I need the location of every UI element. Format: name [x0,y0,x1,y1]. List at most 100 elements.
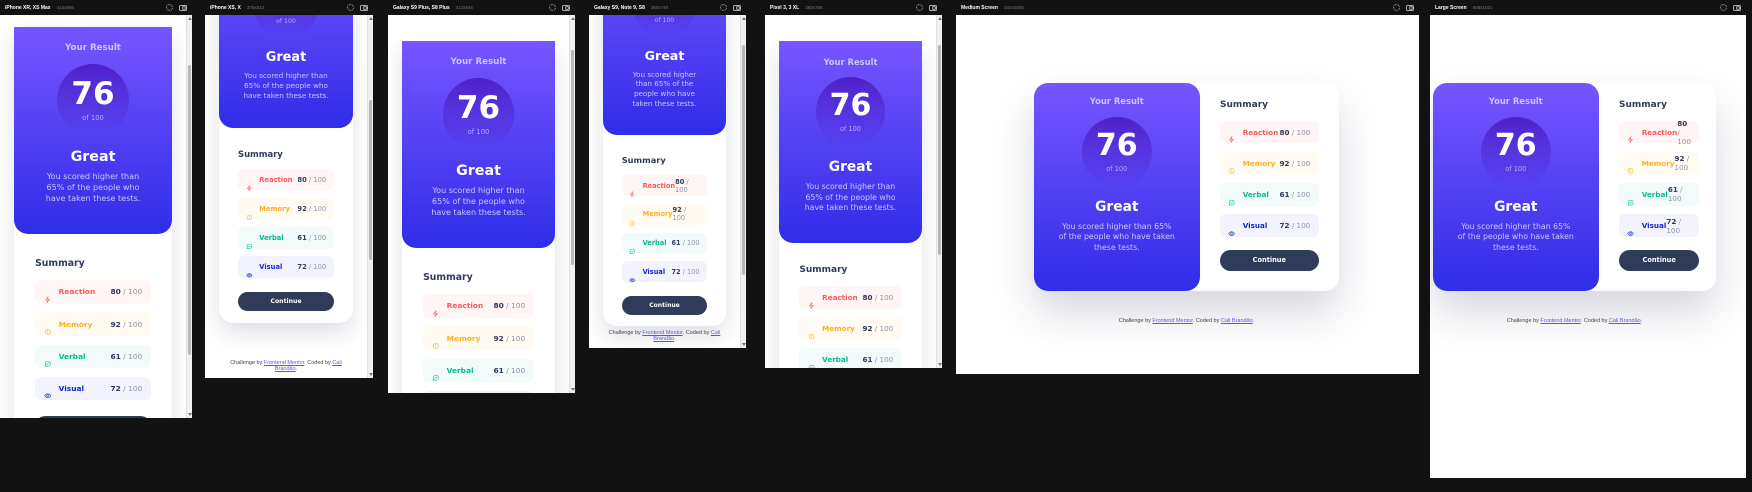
settings-gear-icon[interactable] [347,4,354,11]
continue-button[interactable]: Continue [1618,250,1700,271]
settings-gear-icon[interactable] [549,4,556,11]
scroll-down-arrow[interactable] [742,343,746,346]
scroll-up-arrow[interactable] [938,17,942,20]
attribution-wrap: Challenge by Frontend Mentor. Coded by C… [603,330,726,342]
summary-item-name: Verbal [822,355,849,365]
summary-panel: Summary Reaction 80 / 100 Memory 92 / 10… [603,135,726,326]
summary-title: Summary [35,257,85,269]
device-frame: iPhone XS, X 375x812 Your Result 76 of 1… [205,0,373,378]
summary-item-memory: Memory 92 / 100 [1618,151,1700,175]
summary-item-name: Memory [446,333,481,343]
brain-icon [1228,160,1235,174]
screenshot-camera-icon[interactable] [733,4,741,11]
grade-title: Great [644,47,685,63]
scroll-down-arrow[interactable] [369,373,373,376]
summary-item-visual: Visual 72 / 100 [238,256,334,278]
screenshot-camera-icon[interactable] [1733,4,1741,11]
screenshot-camera-icon[interactable] [562,4,570,11]
score-circle: 76 of 100 [57,64,129,137]
scrollbar[interactable] [367,15,373,378]
settings-gear-icon[interactable] [916,4,923,11]
summary-item-name: Memory [822,324,855,334]
continue-button[interactable]: Continue [1219,250,1319,271]
screenshot-camera-icon[interactable] [929,4,937,11]
device-toolbar-icons [1720,4,1741,11]
screenshot-camera-icon[interactable] [179,4,187,11]
summary-score-total: / 100 [1289,189,1311,199]
result-panel: Your Result 76 of 100 Great You scored h… [603,15,726,135]
summary-score-total: / 100 [120,319,143,329]
attribution-prefix: Challenge by [1506,318,1541,324]
device-toolbar: iPhone XS, X 375x812 [205,0,373,15]
attribution: Challenge by Frontend Mentor. Coded by C… [219,360,353,372]
attribution-prefix: Challenge by [608,330,643,336]
summary-score-total: / 100 [120,351,143,361]
settings-gear-icon[interactable] [720,4,727,11]
summary-panel: Summary Reaction 80 / 100 Memory 92 / 10… [1200,83,1339,291]
scrollbar-thumb[interactable] [742,45,745,275]
settings-gear-icon[interactable] [166,4,173,11]
scroll-up-arrow[interactable] [571,17,575,20]
continue-button[interactable]: Continue [238,292,334,312]
summary-item-score: 72 / 100 [297,263,326,271]
frontend-mentor-link[interactable]: Frontend Mentor [1152,318,1192,324]
summary-score-number: 72 [297,263,307,272]
device-frame: Medium Screen 1024x800 Your Result 76 of… [956,0,1419,374]
speech-bubble-icon [44,353,51,367]
device-name: Medium Screen [961,4,998,11]
summary-item-verbal: Verbal 61 / 100 [238,227,334,249]
scroll-down-arrow[interactable] [188,413,192,416]
author-link[interactable]: Cali Brandão [1221,318,1253,324]
device-toolbar-icons [549,4,570,11]
scrollbar[interactable] [569,15,575,393]
continue-button[interactable]: Continue [35,416,151,418]
device-size: 393x786 [805,5,823,10]
device-frame: Galaxy S9, Note 9, S8 360x740 Your Resul… [589,0,746,348]
scrollbar-thumb[interactable] [938,45,941,255]
summary-title: Summary [1219,99,1269,110]
device-viewport: Your Result 76 of 100 Great You scored h… [205,15,373,378]
summary-item-name: Reaction [446,301,484,311]
device-frame: Pixel 3, 3 XL 393x786 Your Result 76 of … [765,0,942,368]
scroll-down-arrow[interactable] [571,388,575,391]
speech-bubble-icon [246,235,253,249]
summary-item-name: Verbal [1641,189,1668,199]
settings-gear-icon[interactable] [1393,4,1400,11]
speech-bubble-icon [808,356,815,368]
scroll-down-arrow[interactable] [938,363,942,366]
author-link[interactable]: Cali Brandão [1609,318,1641,324]
scrollbar[interactable] [186,15,192,418]
frontend-mentor-link[interactable]: Frontend Mentor [1540,318,1580,324]
grade-title: Great [828,158,873,175]
continue-button[interactable]: Continue [621,296,708,315]
result-description: You scored higher than 65% of the people… [1457,221,1574,252]
scroll-up-arrow[interactable] [188,17,192,20]
score-circle: 76 of 100 [1481,116,1551,187]
scrollbar-thumb[interactable] [369,100,372,260]
attribution-middle: . Coded by [304,360,333,366]
scroll-up-arrow[interactable] [742,17,746,20]
screenshot-camera-icon[interactable] [360,4,368,11]
device-toolbar-icons [720,4,741,11]
summary-item-score: 92 / 100 [673,206,700,222]
summary-item-visual: Visual 72 / 100 [1618,214,1700,237]
summary-item-visual: Visual 72 / 100 [621,261,708,282]
screenshot-camera-icon[interactable] [1406,4,1414,11]
summary-item-name: Visual [1242,221,1268,231]
grade-title: Great [456,162,501,179]
scrollbar-thumb[interactable] [571,50,574,265]
scroll-up-arrow[interactable] [369,17,373,20]
eye-icon [44,385,51,399]
summary-score-total: / 100 [1677,127,1691,146]
summary-score-number: 72 [671,267,681,276]
scrollbar-thumb[interactable] [188,65,191,355]
summary-score-number: 61 [493,365,504,375]
summary-score-number: 92 [110,319,121,329]
result-label: Your Result [823,56,878,67]
device-name: Pixel 3, 3 XL [770,4,800,11]
summary-item-name: Verbal [58,351,86,361]
lightning-icon [1627,128,1634,143]
settings-gear-icon[interactable] [1720,4,1727,11]
scrollbar[interactable] [740,15,746,348]
scrollbar[interactable] [936,15,942,368]
